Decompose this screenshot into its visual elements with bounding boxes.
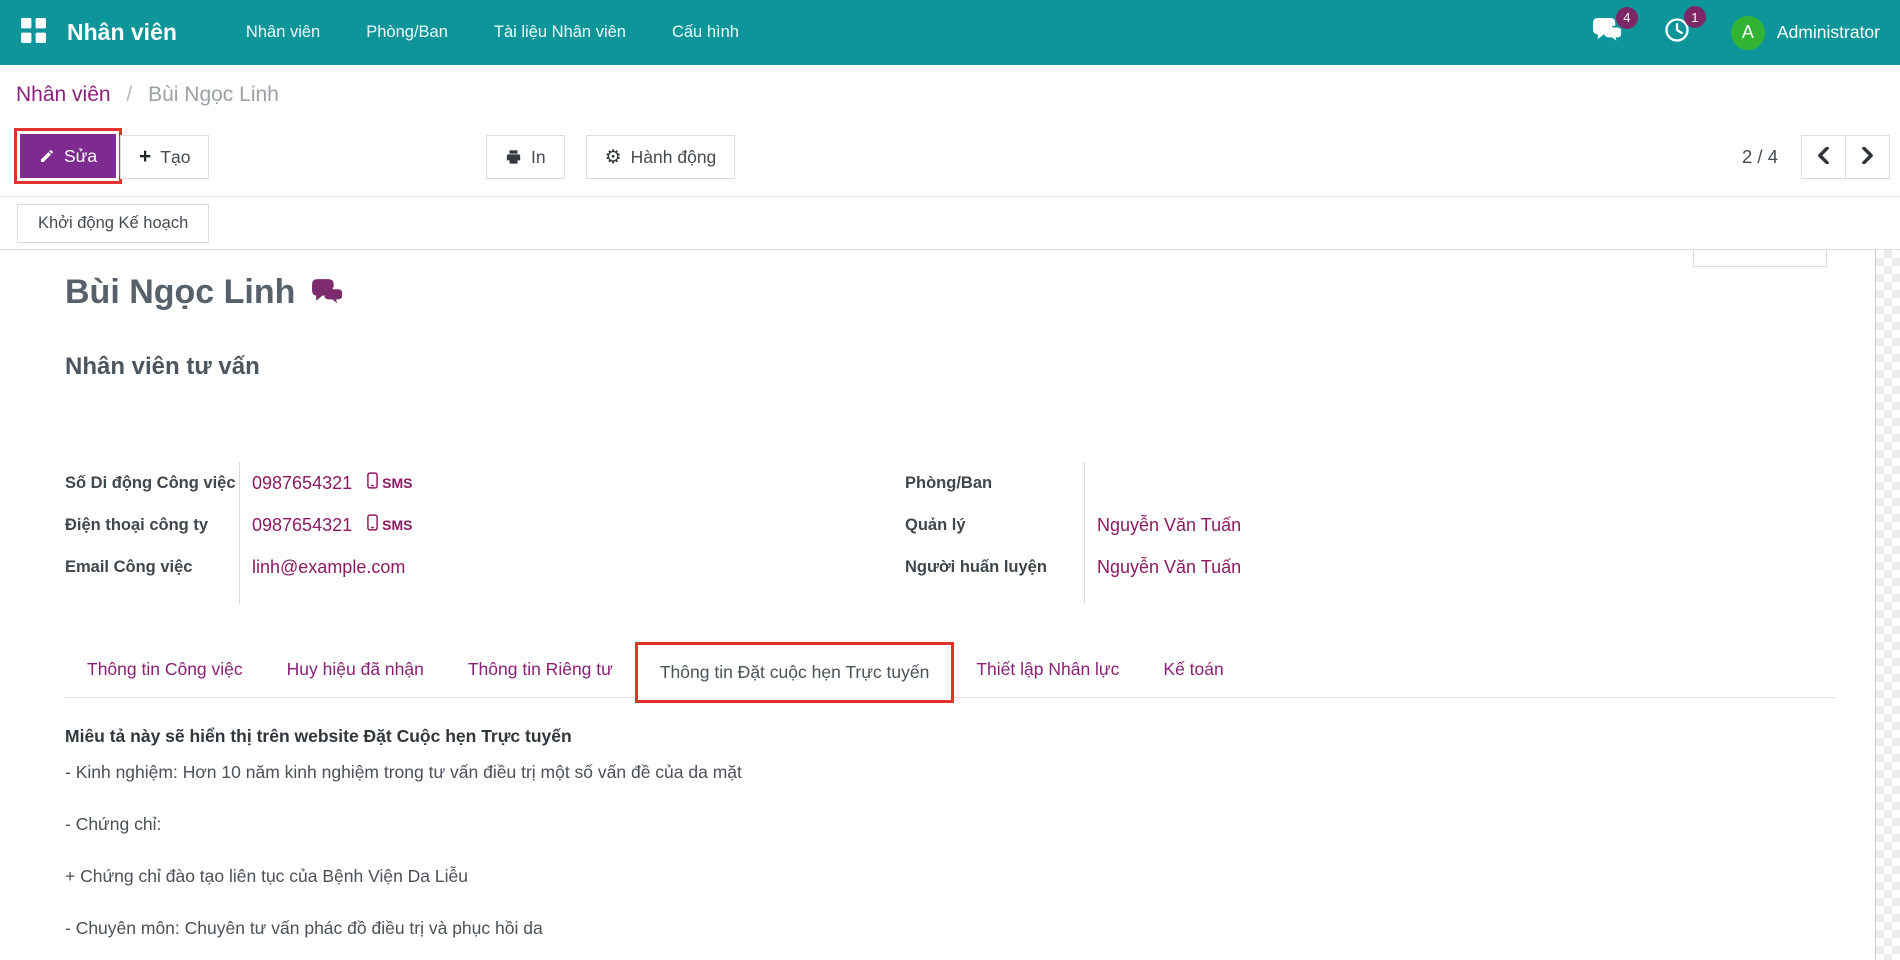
mobile-phone-icon bbox=[367, 514, 378, 536]
sms-label: SMS bbox=[382, 517, 412, 533]
breadcrumb-current: Bùi Ngọc Linh bbox=[148, 83, 279, 106]
field-label-coach: Người huấn luyện bbox=[905, 546, 1085, 588]
user-menu[interactable]: A Administrator bbox=[1731, 16, 1886, 50]
action-buttons-row: Sửa + Tạo In ⚙ Hành động 2 / 4 bbox=[0, 125, 1900, 197]
activities-button[interactable]: 1 bbox=[1663, 16, 1691, 49]
form-sheet: Bùi Ngọc Linh Nhân viên tư vấn Số Di độn… bbox=[0, 250, 1900, 960]
statusbar-row: Khởi động Kế hoạch bbox=[0, 197, 1900, 250]
employee-photo-frame bbox=[1693, 250, 1827, 267]
field-label-manager: Quản lý bbox=[905, 504, 1085, 546]
job-title: Nhân viên tư vấn bbox=[65, 353, 260, 381]
transparent-strip bbox=[1875, 250, 1900, 960]
printer-icon bbox=[505, 149, 522, 165]
field-separator-spacer bbox=[65, 588, 240, 604]
control-panel: Nhân viên / Bùi Ngọc Linh bbox=[0, 65, 1900, 125]
field-group-right: Phòng/Ban Quản lý Nguyễn Văn Tuấn Người … bbox=[905, 462, 1705, 604]
field-separator-spacer bbox=[905, 588, 1085, 604]
manager-link[interactable]: Nguyễn Văn Tuấn bbox=[1097, 515, 1241, 536]
record-actions-group: In ⚙ Hành động bbox=[486, 135, 735, 179]
chevron-right-icon bbox=[1861, 147, 1874, 167]
sms-button-work-mobile[interactable]: SMS bbox=[367, 472, 412, 494]
tab-thiet-lap-nhan-luc[interactable]: Thiết lập Nhân lực bbox=[954, 642, 1141, 697]
field-label-department: Phòng/Ban bbox=[905, 462, 1085, 504]
create-button-label: Tạo bbox=[160, 147, 190, 168]
launch-plan-button[interactable]: Khởi động Kế hoạch bbox=[17, 204, 209, 243]
action-button[interactable]: ⚙ Hành động bbox=[586, 135, 736, 179]
send-message-chat-icon[interactable] bbox=[310, 278, 345, 307]
notebook-tabs: Thông tin Công việc Huy hiệu đã nhận Thô… bbox=[65, 642, 1835, 698]
plus-icon: + bbox=[139, 145, 151, 169]
field-label-work-mobile: Số Di động Công việc bbox=[65, 462, 240, 504]
menu-item-tai-lieu[interactable]: Tài liệu Nhân viên bbox=[471, 0, 649, 65]
description-line: - Chuyên môn: Chuyên tư vấn phác đồ điều… bbox=[65, 917, 1705, 940]
field-group-left: Số Di động Công việc 0987654321 SMS Điện… bbox=[65, 462, 860, 604]
field-value-work-mobile: 0987654321 SMS bbox=[240, 462, 860, 504]
pager-buttons bbox=[1801, 135, 1890, 179]
pager-previous-button[interactable] bbox=[1801, 135, 1846, 179]
app-brand[interactable]: Nhân viên bbox=[67, 19, 177, 46]
field-value-work-phone: 0987654321 SMS bbox=[240, 504, 860, 546]
record-title-block: Bùi Ngọc Linh bbox=[65, 274, 345, 311]
sms-label: SMS bbox=[382, 475, 412, 491]
field-separator-spacer bbox=[1085, 588, 1705, 604]
online-booking-description: Miêu tả này sẽ hiển thị trên website Đặt… bbox=[65, 725, 1705, 960]
gear-icon: ⚙ bbox=[605, 148, 622, 167]
menu-item-nhan-vien[interactable]: Nhân viên bbox=[223, 0, 343, 65]
work-email-link[interactable]: linh@example.com bbox=[252, 557, 405, 578]
work-mobile-link[interactable]: 0987654321 bbox=[252, 473, 352, 494]
sms-button-work-phone[interactable]: SMS bbox=[367, 514, 412, 536]
edit-button-label: Sửa bbox=[64, 146, 97, 167]
edit-button[interactable]: Sửa bbox=[20, 134, 116, 178]
chevron-left-icon bbox=[1817, 147, 1830, 167]
coach-link[interactable]: Nguyễn Văn Tuấn bbox=[1097, 557, 1241, 578]
pager-count: 2 / 4 bbox=[1742, 146, 1778, 168]
field-label-work-phone: Điện thoại công ty bbox=[65, 504, 240, 546]
tab-thong-tin-dat-cuoc-hen[interactable]: Thông tin Đặt cuộc hẹn Trực tuyến bbox=[638, 645, 952, 700]
print-button[interactable]: In bbox=[486, 135, 565, 179]
field-separator-spacer bbox=[240, 588, 860, 604]
activities-count-badge: 1 bbox=[1684, 6, 1706, 28]
top-navbar: Nhân viên Nhân viên Phòng/Ban Tài liệu N… bbox=[0, 0, 1900, 65]
field-value-manager: Nguyễn Văn Tuấn bbox=[1085, 504, 1705, 546]
messages-button[interactable]: 4 bbox=[1592, 17, 1623, 49]
pager-next-button[interactable] bbox=[1845, 135, 1890, 179]
menu-item-phong-ban[interactable]: Phòng/Ban bbox=[343, 0, 471, 65]
breadcrumb-parent-link[interactable]: Nhân viên bbox=[16, 83, 111, 106]
navbar-systray: 4 1 A Administrator bbox=[1592, 0, 1886, 65]
tab-thong-tin-rieng-tu[interactable]: Thông tin Riêng tư bbox=[446, 642, 635, 697]
tab-thong-tin-cong-viec[interactable]: Thông tin Công việc bbox=[65, 642, 265, 697]
employee-name-title: Bùi Ngọc Linh bbox=[65, 274, 295, 311]
work-phone-link[interactable]: 0987654321 bbox=[252, 515, 352, 536]
edit-button-annotation: Sửa bbox=[14, 128, 122, 184]
breadcrumb-separator: / bbox=[126, 83, 132, 106]
field-value-coach: Nguyễn Văn Tuấn bbox=[1085, 546, 1705, 588]
active-tab-annotation: Thông tin Đặt cuộc hẹn Trực tuyến bbox=[635, 642, 955, 703]
messages-count-badge: 4 bbox=[1616, 7, 1638, 29]
description-line: - Kinh nghiệm: Hơn 10 năm kinh nghiệm tr… bbox=[65, 761, 1705, 784]
field-value-department bbox=[1085, 462, 1705, 504]
mobile-phone-icon bbox=[367, 472, 378, 494]
field-label-work-email: Email Công việc bbox=[65, 546, 240, 588]
breadcrumb: Nhân viên / Bùi Ngọc Linh bbox=[16, 65, 279, 125]
description-line: - Chứng chỉ: bbox=[65, 813, 1705, 836]
description-line: + Chứng chỉ đào tạo liên tục của Bệnh Vi… bbox=[65, 865, 1705, 888]
main-menu: Nhân viên Phòng/Ban Tài liệu Nhân viên C… bbox=[223, 0, 762, 65]
action-button-label: Hành động bbox=[631, 147, 717, 168]
pencil-icon bbox=[39, 148, 55, 164]
tab-ke-toan[interactable]: Kế toán bbox=[1141, 642, 1245, 697]
create-button[interactable]: + Tạo bbox=[120, 135, 209, 179]
user-avatar: A bbox=[1731, 16, 1765, 50]
description-heading: Miêu tả này sẽ hiển thị trên website Đặt… bbox=[65, 725, 1705, 748]
user-name: Administrator bbox=[1777, 22, 1880, 43]
tab-huy-hieu-da-nhan[interactable]: Huy hiệu đã nhận bbox=[265, 642, 446, 697]
menu-item-cau-hinh[interactable]: Cấu hình bbox=[649, 0, 762, 65]
print-button-label: In bbox=[531, 147, 546, 168]
apps-menu-button[interactable] bbox=[16, 16, 50, 50]
field-value-work-email: linh@example.com bbox=[240, 546, 860, 588]
record-pager: 2 / 4 bbox=[1742, 135, 1890, 179]
apps-grid-icon bbox=[20, 17, 47, 49]
employee-form-page: Nhân viên Nhân viên Phòng/Ban Tài liệu N… bbox=[0, 0, 1900, 960]
